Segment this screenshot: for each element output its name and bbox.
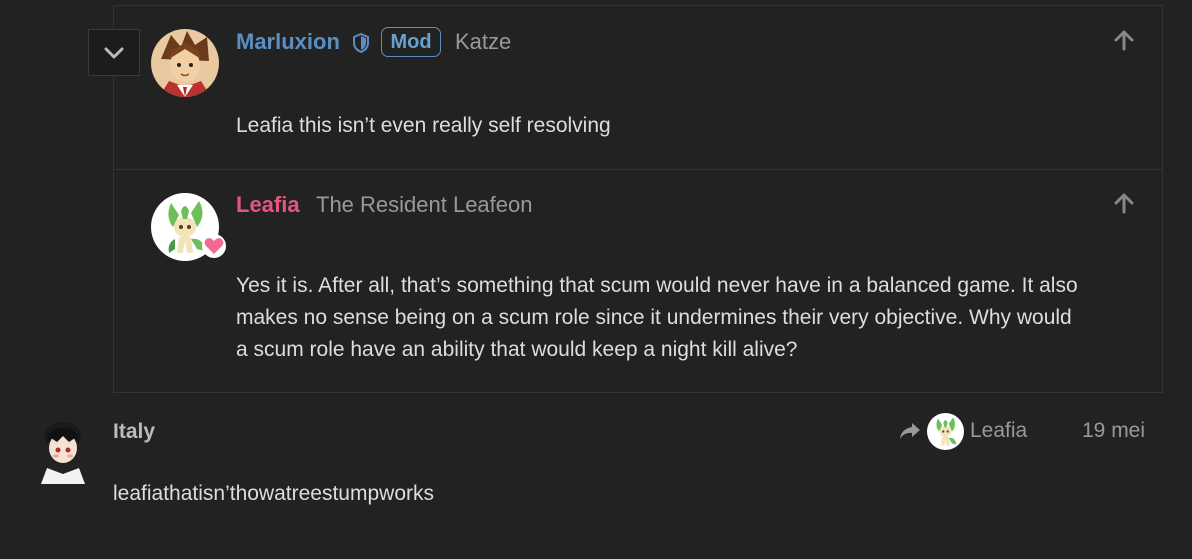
post-text-italy: leafiathatisn’thowatreestumpworks xyxy=(113,482,434,505)
avatar-italy[interactable] xyxy=(37,418,89,484)
reply-to-username[interactable]: Leafia xyxy=(970,419,1027,443)
mod-badge: Mod xyxy=(381,27,441,57)
user-title-marluxion: Katze xyxy=(455,29,512,54)
post-text-leafia-line-1: Yes it is. After all, that’s something t… xyxy=(236,274,1078,297)
user-title-leafia: The Resident Leafeon xyxy=(316,192,533,217)
discussion-page: Marluxion Mod Katze Leafia this isn’t ev… xyxy=(0,0,1192,559)
reply-arrow-icon xyxy=(900,423,920,439)
arrow-up-icon[interactable] xyxy=(1113,29,1135,51)
username-italy[interactable]: Italy xyxy=(113,420,155,444)
avatar-marluxion[interactable] xyxy=(151,29,219,97)
reply-to-avatar-leafia[interactable] xyxy=(927,413,964,450)
arrow-up-icon[interactable] xyxy=(1113,192,1135,214)
quote-divider xyxy=(113,169,1163,170)
post-date[interactable]: 19 mei xyxy=(1082,419,1145,443)
post-text-leafia-line-2: makes no sense being on a scum role sinc… xyxy=(236,306,1072,329)
username-leafia[interactable]: Leafia xyxy=(236,192,300,218)
heart-icon xyxy=(202,234,226,258)
chevron-down-icon xyxy=(104,47,124,58)
post-text-marluxion: Leafia this isn’t even really self resol… xyxy=(236,114,611,137)
expand-thread-button[interactable] xyxy=(88,29,140,76)
post-text-leafia-line-3: a scum role have an ability that would k… xyxy=(236,338,798,361)
username-marluxion[interactable]: Marluxion xyxy=(236,29,340,55)
shield-icon xyxy=(353,33,369,53)
